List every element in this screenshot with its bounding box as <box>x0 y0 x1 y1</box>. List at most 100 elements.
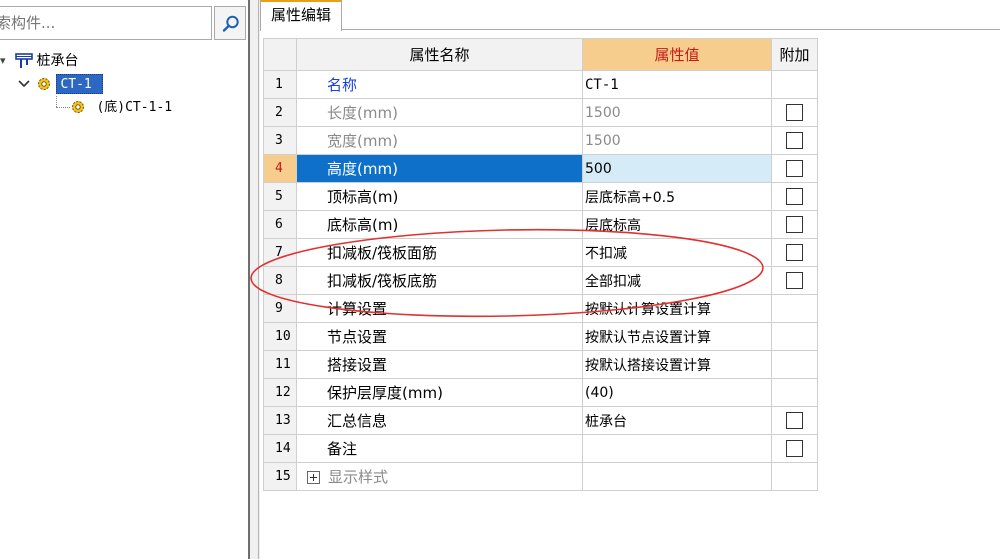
expand-plus-icon[interactable] <box>307 471 320 484</box>
gear-icon <box>36 76 52 92</box>
attach-checkbox[interactable] <box>786 244 803 261</box>
search-box <box>0 6 212 40</box>
property-name-cell[interactable]: 长度(mm) <box>296 98 583 127</box>
attach-cell <box>771 378 818 407</box>
panel-splitter[interactable] <box>248 0 260 559</box>
property-value-cell[interactable]: CT-1 <box>582 70 772 99</box>
row-number: 5 <box>263 182 297 211</box>
row-number: 2 <box>263 98 297 127</box>
row-number: 1 <box>263 70 297 99</box>
component-tree-panel: ▾ 桩承台 CT-1 (底)CT-1-1 <box>0 0 248 559</box>
property-value-cell[interactable]: 1500 <box>582 126 772 155</box>
property-name-cell[interactable]: 宽度(mm) <box>296 126 583 155</box>
table-row[interactable]: 11 搭接设置 按默认搭接设置计算 <box>263 350 818 379</box>
property-name-cell[interactable]: 节点设置 <box>296 322 583 351</box>
table-row[interactable]: 12 保护层厚度(mm) (40) <box>263 378 818 407</box>
attach-cell <box>771 126 818 155</box>
property-name-cell[interactable]: 扣减板/筏板底筋 <box>296 266 583 295</box>
attach-checkbox[interactable] <box>786 188 803 205</box>
property-name-cell[interactable]: 名称 <box>296 70 583 99</box>
tab-strip: 属性编辑 <box>260 0 1000 31</box>
tree-expander-icon[interactable]: ▾ <box>0 50 8 72</box>
row-number: 8 <box>263 266 297 295</box>
tree-node-ct-1[interactable]: CT-1 <box>14 73 103 95</box>
attach-checkbox[interactable] <box>786 160 803 177</box>
attach-cell <box>771 154 818 183</box>
header-property-value[interactable]: 属性值 <box>582 38 772 71</box>
row-number: 13 <box>263 406 297 435</box>
attach-cell <box>771 462 818 491</box>
header-property-name[interactable]: 属性名称 <box>296 38 583 71</box>
tab-property-edit[interactable]: 属性编辑 <box>260 0 342 31</box>
attach-checkbox[interactable] <box>786 272 803 289</box>
table-header-row: 属性名称 属性值 附加 <box>263 38 818 71</box>
table-row[interactable]: 5 顶标高(m) 层底标高+0.5 <box>263 182 818 211</box>
pile-cap-icon <box>12 50 36 72</box>
property-value-cell[interactable]: 桩承台 <box>582 406 772 435</box>
header-row-number <box>263 38 297 71</box>
attach-cell <box>771 350 818 379</box>
tree-node-label: (底)CT-1-1 <box>96 100 173 115</box>
property-value-cell[interactable]: 不扣减 <box>582 238 772 267</box>
property-name-cell[interactable]: 高度(mm) <box>296 154 583 183</box>
property-name-cell[interactable]: 保护层厚度(mm) <box>296 378 583 407</box>
attach-checkbox[interactable] <box>786 104 803 121</box>
table-row-selected[interactable]: 4 高度(mm) 500 <box>263 154 818 183</box>
attach-cell <box>771 434 818 463</box>
table-row[interactable]: 9 计算设置 按默认计算设置计算 <box>263 294 818 323</box>
attach-cell <box>771 70 818 99</box>
table-row[interactable]: 2 长度(mm) 1500 <box>263 98 818 127</box>
table-row[interactable]: 8 扣减板/筏板底筋 全部扣减 <box>263 266 818 295</box>
table-row[interactable]: 3 宽度(mm) 1500 <box>263 126 818 155</box>
attach-cell <box>771 294 818 323</box>
row-number: 6 <box>263 210 297 239</box>
table-row[interactable]: 1 名称 CT-1 <box>263 70 818 99</box>
property-name-cell[interactable]: 扣减板/筏板面筋 <box>296 238 583 267</box>
property-name-cell[interactable]: 搭接设置 <box>296 350 583 379</box>
property-value-cell[interactable] <box>582 434 772 463</box>
table-row[interactable]: 10 节点设置 按默认节点设置计算 <box>263 322 818 351</box>
attach-cell <box>771 98 818 127</box>
tree-node-ct-1-1[interactable]: (底)CT-1-1 <box>52 96 172 118</box>
table-row[interactable]: 6 底标高(m) 层底标高 <box>263 210 818 239</box>
row-number: 11 <box>263 350 297 379</box>
attach-cell <box>771 210 818 239</box>
property-value-cell[interactable]: 按默认节点设置计算 <box>582 322 772 351</box>
tree-node-pile-cap[interactable]: ▾ 桩承台 <box>0 50 78 72</box>
property-name-cell[interactable]: 计算设置 <box>296 294 583 323</box>
tree-node-label-selected: CT-1 <box>56 74 103 94</box>
property-name-cell[interactable]: 顶标高(m) <box>296 182 583 211</box>
attach-checkbox[interactable] <box>786 216 803 233</box>
property-name-cell[interactable]: 汇总信息 <box>296 406 583 435</box>
property-value-cell[interactable]: 全部扣减 <box>582 266 772 295</box>
chevron-down-icon[interactable] <box>14 73 36 95</box>
property-value-cell[interactable]: 按默认搭接设置计算 <box>582 350 772 379</box>
table-row[interactable]: 15 显示样式 <box>263 462 818 491</box>
property-value-cell[interactable] <box>582 462 772 491</box>
search-input[interactable] <box>0 7 208 39</box>
table-row[interactable]: 7 扣减板/筏板面筋 不扣减 <box>263 238 818 267</box>
header-attach[interactable]: 附加 <box>771 38 818 71</box>
table-row[interactable]: 13 汇总信息 桩承台 <box>263 406 818 435</box>
property-editor-panel: 属性编辑 属性名称 属性值 附加 1 名称 CT-1 2 长度(mm) 1500 <box>260 0 1000 559</box>
property-value-cell[interactable]: 1500 <box>582 98 772 127</box>
property-value-cell[interactable]: 按默认计算设置计算 <box>582 294 772 323</box>
property-value-cell[interactable]: (40) <box>582 378 772 407</box>
row-number: 9 <box>263 294 297 323</box>
property-name-cell[interactable]: 底标高(m) <box>296 210 583 239</box>
search-button[interactable] <box>214 6 246 40</box>
property-value-cell[interactable]: 500 <box>582 154 772 183</box>
attach-cell <box>771 322 818 351</box>
attach-checkbox[interactable] <box>786 132 803 149</box>
attach-checkbox[interactable] <box>786 412 803 429</box>
row-number: 12 <box>263 378 297 407</box>
row-number: 3 <box>263 126 297 155</box>
attach-cell <box>771 238 818 267</box>
search-icon <box>222 15 239 32</box>
property-value-cell[interactable]: 层底标高+0.5 <box>582 182 772 211</box>
property-value-cell[interactable]: 层底标高 <box>582 210 772 239</box>
property-name-cell[interactable]: 备注 <box>296 434 583 463</box>
property-name-cell[interactable]: 显示样式 <box>296 462 583 491</box>
table-row[interactable]: 14 备注 <box>263 434 818 463</box>
attach-checkbox[interactable] <box>786 440 803 457</box>
